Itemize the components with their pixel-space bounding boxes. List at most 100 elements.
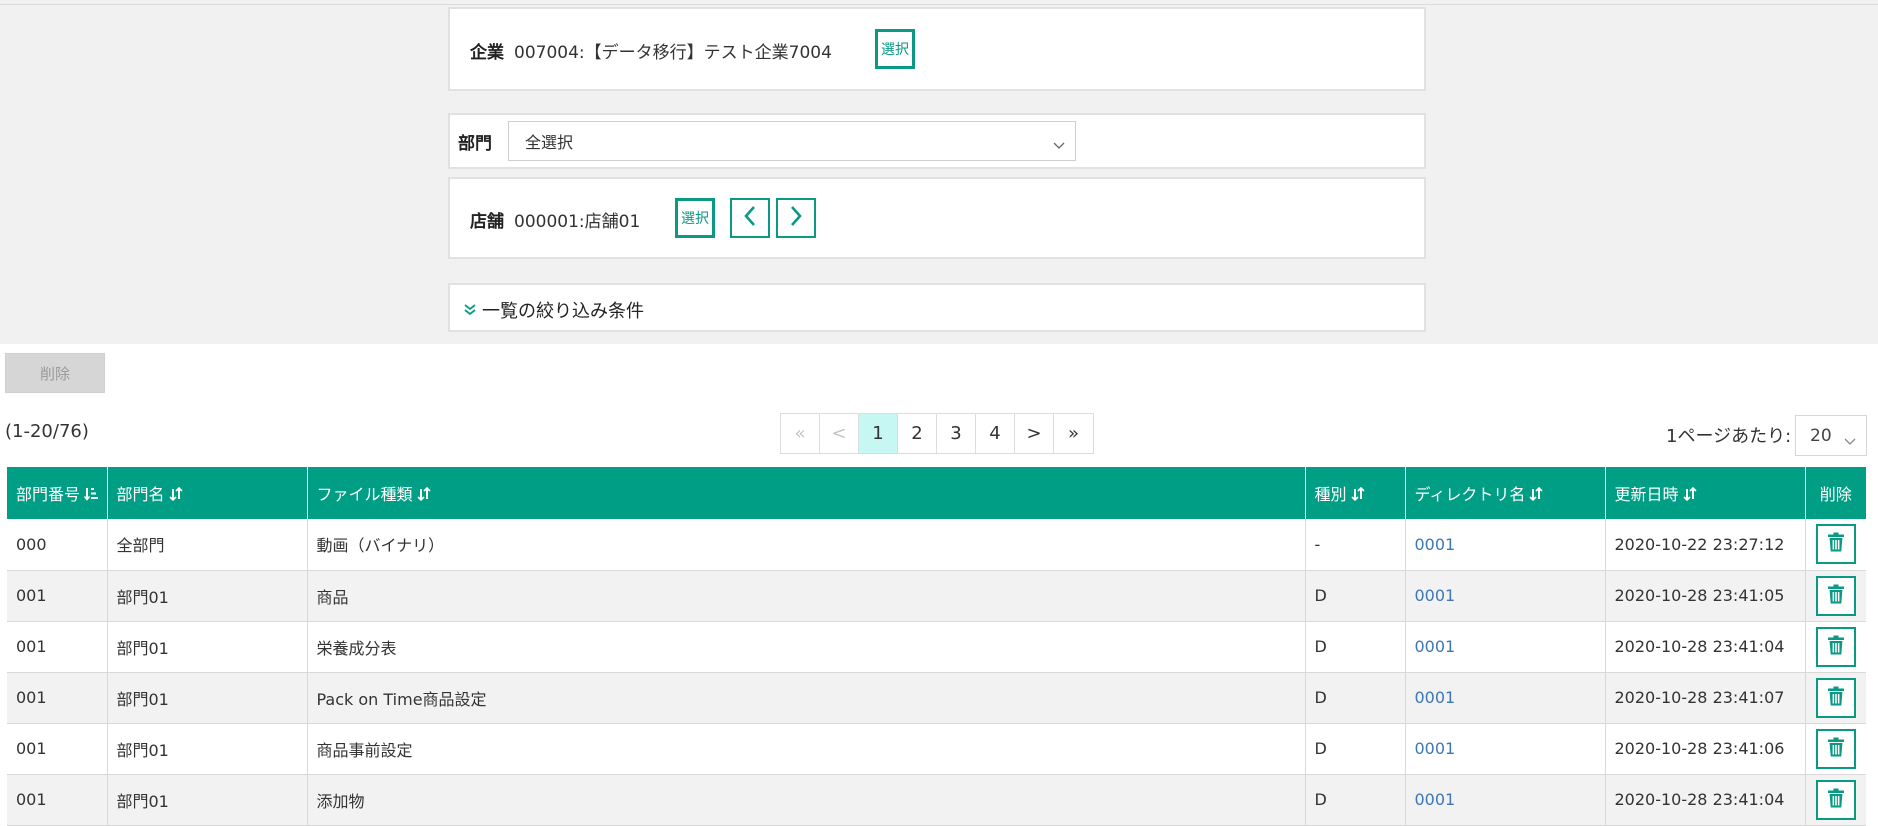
cell-dept-no: 001 [7, 723, 108, 775]
table-header-row: 部門番号 部門名 ファイル種類 種別 ディレクトリ名 更新日時 削除 [7, 467, 1866, 519]
column-header-dept-no[interactable]: 部門番号 [7, 467, 108, 519]
directory-link[interactable]: 0001 [1415, 637, 1456, 656]
per-page-label: 1ページあたり: [1666, 426, 1792, 447]
row-delete-button[interactable] [1815, 575, 1856, 616]
trash-icon [1827, 686, 1844, 710]
page-prev-button[interactable]: < [820, 414, 859, 453]
per-page-select[interactable]: 20 [1795, 415, 1867, 456]
cell-dept-no: 001 [7, 570, 108, 622]
cell-file-type: 添加物 [307, 774, 1306, 826]
directory-link[interactable]: 0001 [1415, 535, 1456, 554]
cell-kind: D [1305, 723, 1406, 775]
cell-dept-name: 部門01 [107, 723, 308, 775]
page-button-3[interactable]: 3 [937, 414, 976, 453]
column-header-dept-name[interactable]: 部門名 [107, 467, 308, 519]
cell-delete [1805, 570, 1866, 622]
company-label: 企業 [470, 43, 504, 63]
table-row: 001 部門01 添加物 D 0001 2020-10-28 23:41:04 [7, 774, 1866, 826]
cell-directory: 0001 [1405, 519, 1606, 571]
chevron-right-icon [789, 205, 803, 231]
cell-file-type: Pack on Time商品設定 [307, 672, 1306, 724]
page-button-1[interactable]: 1 [859, 414, 898, 453]
cell-file-type: 動画（バイナリ） [307, 519, 1306, 571]
cell-directory: 0001 [1405, 774, 1606, 826]
row-delete-button[interactable] [1815, 728, 1856, 769]
cell-dept-no: 001 [7, 672, 108, 724]
cell-file-type: 商品事前設定 [307, 723, 1306, 775]
column-header-updated[interactable]: 更新日時 [1605, 467, 1806, 519]
page-next-button[interactable]: > [1015, 414, 1054, 453]
cell-updated: 2020-10-28 23:41:04 [1605, 774, 1806, 826]
company-card: 企業 007004:【データ移行】テスト企業7004 選択 [448, 7, 1426, 91]
cell-updated: 2020-10-28 23:41:05 [1605, 570, 1806, 622]
trash-icon [1827, 737, 1844, 761]
column-header-kind[interactable]: 種別 [1305, 467, 1406, 519]
sort-asc-icon [83, 486, 99, 505]
table-row: 000 全部門 動画（バイナリ） - 0001 2020-10-22 23:27… [7, 519, 1866, 571]
directory-link[interactable]: 0001 [1415, 790, 1456, 809]
store-value: 000001:店舗01 [514, 212, 641, 232]
directory-link[interactable]: 0001 [1415, 688, 1456, 707]
cell-kind: D [1305, 621, 1406, 673]
directory-link[interactable]: 0001 [1415, 739, 1456, 758]
cell-directory: 0001 [1405, 621, 1606, 673]
cell-directory: 0001 [1405, 723, 1606, 775]
cell-updated: 2020-10-28 23:41:07 [1605, 672, 1806, 724]
page-button-2[interactable]: 2 [898, 414, 937, 453]
filter-card: 一覧の絞り込み条件 [448, 283, 1426, 332]
cell-dept-name: 全部門 [107, 519, 308, 571]
trash-icon [1827, 532, 1844, 556]
cell-file-type: 商品 [307, 570, 1306, 622]
filter-toggle-label: 一覧の絞り込み条件 [482, 301, 644, 322]
trash-icon [1827, 584, 1844, 608]
page-first-button[interactable]: « [781, 414, 820, 453]
store-prev-button[interactable] [730, 198, 770, 238]
table-row: 001 部門01 商品 D 0001 2020-10-28 23:41:05 [7, 570, 1866, 622]
cell-delete [1805, 519, 1866, 571]
cell-directory: 0001 [1405, 570, 1606, 622]
sort-icon [1529, 486, 1543, 505]
trash-icon [1827, 635, 1844, 659]
cell-updated: 2020-10-22 23:27:12 [1605, 519, 1806, 571]
department-select[interactable]: 全選択 [508, 121, 1076, 161]
department-card: 部門 全選択 [448, 113, 1426, 169]
directory-link[interactable]: 0001 [1415, 586, 1456, 605]
row-delete-button[interactable] [1815, 524, 1856, 565]
cell-delete [1805, 723, 1866, 775]
column-header-delete: 削除 [1805, 467, 1866, 519]
store-select-button[interactable]: 選択 [675, 198, 715, 238]
page-last-button[interactable]: » [1054, 414, 1093, 453]
cell-dept-no: 001 [7, 621, 108, 673]
sort-icon [1682, 486, 1697, 505]
row-delete-button[interactable] [1815, 779, 1856, 820]
cell-dept-no: 000 [7, 519, 108, 571]
row-delete-button[interactable] [1815, 626, 1856, 667]
cell-kind: D [1305, 570, 1406, 622]
table-row: 001 部門01 商品事前設定 D 0001 2020-10-28 23:41:… [7, 723, 1866, 775]
chevron-left-icon [743, 205, 757, 231]
company-select-button[interactable]: 選択 [875, 29, 915, 69]
row-delete-button[interactable] [1815, 677, 1856, 718]
double-chevron-down-icon [464, 300, 476, 321]
column-header-file-type[interactable]: ファイル種類 [307, 467, 1306, 519]
chevron-down-icon [1053, 135, 1065, 154]
page-button-4[interactable]: 4 [976, 414, 1015, 453]
column-header-directory[interactable]: ディレクトリ名 [1405, 467, 1606, 519]
cell-kind: D [1305, 672, 1406, 724]
cell-dept-no: 001 [7, 774, 108, 826]
cell-dept-name: 部門01 [107, 621, 308, 673]
trash-icon [1827, 788, 1844, 812]
cell-kind: D [1305, 774, 1406, 826]
cell-delete [1805, 774, 1866, 826]
sort-icon [1350, 486, 1365, 505]
bulk-delete-button[interactable]: 削除 [5, 353, 105, 393]
cell-directory: 0001 [1405, 672, 1606, 724]
table-row: 001 部門01 Pack on Time商品設定 D 0001 2020-10… [7, 672, 1866, 724]
filter-toggle[interactable]: 一覧の絞り込み条件 [464, 297, 644, 323]
top-divider [0, 4, 1878, 5]
cell-kind: - [1305, 519, 1406, 571]
result-count: (1-20/76) [5, 421, 89, 442]
per-page-value: 20 [1810, 425, 1832, 446]
store-next-button[interactable] [776, 198, 816, 238]
department-label: 部門 [458, 134, 492, 154]
